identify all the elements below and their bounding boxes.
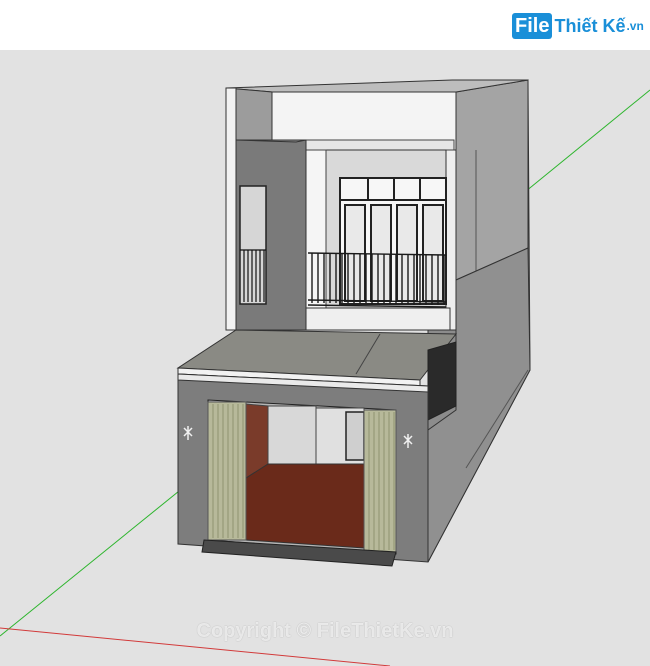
right-side-wall-upper: [455, 79, 529, 281]
interior-back-wall: [267, 405, 317, 465]
green-axis-line-far: [519, 89, 650, 197]
left-shutter-ribs: [212, 404, 244, 538]
balcony-slab: [305, 307, 451, 331]
garage-floor: [245, 463, 365, 549]
green-axis-line: [0, 469, 206, 637]
left-wall-edge: [225, 87, 237, 331]
left-shutter: [207, 401, 247, 541]
balcony-side-wall: [305, 149, 327, 313]
side-window: [427, 341, 457, 421]
door-panel-2: [370, 204, 392, 302]
overhang-band: [305, 139, 455, 151]
interior-window: [345, 411, 365, 461]
copyright-watermark: Copyright © FileThietKe.vn: [196, 620, 454, 642]
house-model-canvas[interactable]: [0, 0, 650, 666]
